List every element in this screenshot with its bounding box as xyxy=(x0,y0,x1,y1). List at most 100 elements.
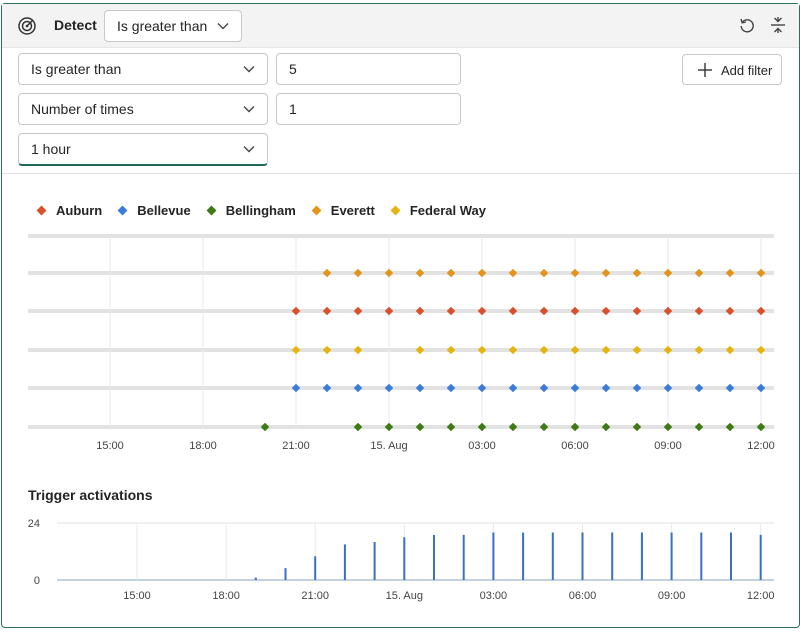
activation-bar[interactable] xyxy=(581,532,584,581)
point-bellevue[interactable] xyxy=(725,383,735,393)
point-federal-way[interactable] xyxy=(570,345,580,355)
point-bellingham[interactable] xyxy=(756,422,766,432)
point-bellevue[interactable] xyxy=(570,383,580,393)
point-bellingham[interactable] xyxy=(539,422,549,432)
point-everett[interactable] xyxy=(632,268,642,278)
point-federal-way[interactable] xyxy=(601,345,611,355)
point-bellingham[interactable] xyxy=(663,422,673,432)
point-bellingham[interactable] xyxy=(508,422,518,432)
point-auburn[interactable] xyxy=(756,306,766,316)
point-federal-way[interactable] xyxy=(415,345,425,355)
legend-item-bellevue[interactable]: Bellevue xyxy=(117,203,191,218)
point-federal-way[interactable] xyxy=(756,345,766,355)
point-bellevue[interactable] xyxy=(322,383,332,393)
point-bellingham[interactable] xyxy=(415,422,425,432)
point-auburn[interactable] xyxy=(725,306,735,316)
collapse-icon[interactable] xyxy=(769,16,787,34)
point-bellevue[interactable] xyxy=(601,383,611,393)
activation-bar[interactable] xyxy=(522,532,525,581)
point-bellevue[interactable] xyxy=(632,383,642,393)
point-bellingham[interactable] xyxy=(725,422,735,432)
detect-condition-dropdown[interactable]: Is greater than xyxy=(104,10,242,42)
point-auburn[interactable] xyxy=(539,306,549,316)
point-bellingham[interactable] xyxy=(632,422,642,432)
point-federal-way[interactable] xyxy=(291,345,301,355)
point-federal-way[interactable] xyxy=(353,345,363,355)
point-bellevue[interactable] xyxy=(663,383,673,393)
legend-item-everett[interactable]: Everett xyxy=(311,203,375,218)
point-everett[interactable] xyxy=(570,268,580,278)
time-window-dropdown[interactable]: 1 hour xyxy=(18,133,268,166)
point-everett[interactable] xyxy=(539,268,549,278)
point-everett[interactable] xyxy=(694,268,704,278)
activation-bar[interactable] xyxy=(551,532,554,581)
activation-bar[interactable] xyxy=(373,542,376,580)
point-federal-way[interactable] xyxy=(694,345,704,355)
activation-bar[interactable] xyxy=(730,532,732,581)
point-auburn[interactable] xyxy=(384,306,394,316)
point-auburn[interactable] xyxy=(694,306,704,316)
point-federal-way[interactable] xyxy=(725,345,735,355)
point-federal-way[interactable] xyxy=(446,345,456,355)
point-bellevue[interactable] xyxy=(694,383,704,393)
point-bellingham[interactable] xyxy=(694,422,704,432)
activation-bar[interactable] xyxy=(314,556,317,580)
occurrence-count-input[interactable]: 1 xyxy=(276,93,461,125)
point-everett[interactable] xyxy=(508,268,518,278)
activation-bar[interactable] xyxy=(759,534,762,580)
point-bellevue[interactable] xyxy=(446,383,456,393)
threshold-input[interactable]: 5 xyxy=(276,53,461,85)
point-everett[interactable] xyxy=(415,268,425,278)
point-federal-way[interactable] xyxy=(539,345,549,355)
point-bellevue[interactable] xyxy=(756,383,766,393)
point-bellingham[interactable] xyxy=(260,422,270,432)
legend-item-bellingham[interactable]: Bellingham xyxy=(206,203,296,218)
activation-bar[interactable] xyxy=(611,532,614,581)
point-federal-way[interactable] xyxy=(663,345,673,355)
point-bellevue[interactable] xyxy=(508,383,518,393)
activation-bar[interactable] xyxy=(403,537,406,580)
point-auburn[interactable] xyxy=(663,306,673,316)
point-auburn[interactable] xyxy=(415,306,425,316)
point-everett[interactable] xyxy=(446,268,456,278)
point-auburn[interactable] xyxy=(601,306,611,316)
point-everett[interactable] xyxy=(322,268,332,278)
point-bellevue[interactable] xyxy=(291,383,301,393)
point-bellevue[interactable] xyxy=(477,383,487,393)
activation-bar[interactable] xyxy=(492,532,495,581)
point-auburn[interactable] xyxy=(477,306,487,316)
point-bellevue[interactable] xyxy=(384,383,394,393)
point-everett[interactable] xyxy=(384,268,394,278)
point-bellingham[interactable] xyxy=(477,422,487,432)
activation-bar[interactable] xyxy=(462,534,465,580)
point-auburn[interactable] xyxy=(632,306,642,316)
point-auburn[interactable] xyxy=(570,306,580,316)
legend-item-federal-way[interactable]: Federal Way xyxy=(390,203,486,218)
point-everett[interactable] xyxy=(663,268,673,278)
point-bellingham[interactable] xyxy=(601,422,611,432)
point-federal-way[interactable] xyxy=(632,345,642,355)
point-everett[interactable] xyxy=(756,268,766,278)
activation-bar[interactable] xyxy=(700,532,703,581)
add-filter-button[interactable]: Add filter xyxy=(682,54,782,85)
point-bellevue[interactable] xyxy=(539,383,549,393)
point-auburn[interactable] xyxy=(322,306,332,316)
point-everett[interactable] xyxy=(477,268,487,278)
point-everett[interactable] xyxy=(353,268,363,278)
point-bellingham[interactable] xyxy=(570,422,580,432)
activation-bar[interactable] xyxy=(284,568,287,580)
point-bellevue[interactable] xyxy=(353,383,363,393)
reset-icon[interactable] xyxy=(738,16,756,34)
legend-item-auburn[interactable]: Auburn xyxy=(36,203,102,218)
point-everett[interactable] xyxy=(725,268,735,278)
point-everett[interactable] xyxy=(601,268,611,278)
point-federal-way[interactable] xyxy=(322,345,332,355)
point-auburn[interactable] xyxy=(353,306,363,316)
point-auburn[interactable] xyxy=(446,306,456,316)
point-bellingham[interactable] xyxy=(446,422,456,432)
point-federal-way[interactable] xyxy=(508,345,518,355)
point-bellingham[interactable] xyxy=(353,422,363,432)
point-bellevue[interactable] xyxy=(415,383,425,393)
point-auburn[interactable] xyxy=(508,306,518,316)
activation-bar[interactable] xyxy=(254,577,257,580)
